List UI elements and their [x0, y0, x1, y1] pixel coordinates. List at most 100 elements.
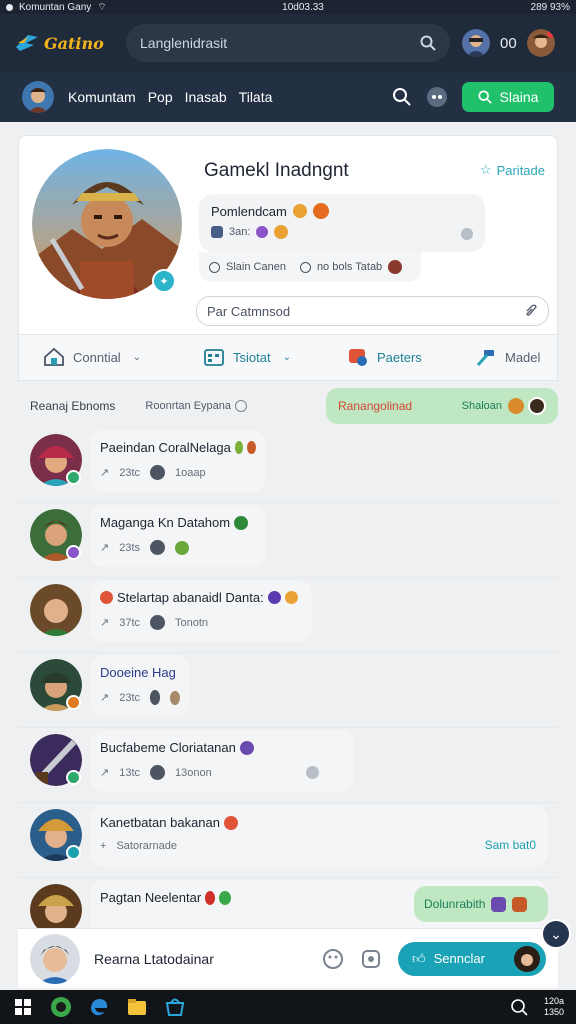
avatar[interactable] [30, 584, 82, 636]
profile-meta: Slain Canen no bols Tatab [199, 252, 421, 282]
windows-start-icon[interactable] [12, 996, 34, 1018]
tab-tsiotat[interactable]: Tsiotat ⌄ [203, 347, 291, 367]
search-icon[interactable] [392, 87, 412, 107]
nav-link-pop[interactable]: Pop [148, 89, 173, 105]
nav-link-tilata[interactable]: Tilata [239, 89, 273, 105]
comment-icon[interactable] [150, 765, 166, 780]
status-badge [66, 545, 81, 560]
verified-badge-icon: ✦ [152, 269, 176, 293]
os-taskbar: 120a 1350 [0, 990, 576, 1024]
item-title: Kanetbatan bakanan [100, 815, 220, 830]
item-title: Dooeine Hag [100, 665, 176, 680]
favorite-button[interactable]: ☆ Paritade [480, 162, 545, 178]
status-badge [66, 470, 81, 485]
comment-icon[interactable] [150, 690, 161, 705]
search-icon[interactable] [420, 35, 436, 51]
profile-meta-left: Slain Canen [226, 261, 286, 273]
badge-icon [349, 349, 367, 366]
chevron-down-icon: ⌄ [282, 351, 291, 363]
more-icon[interactable] [305, 766, 319, 779]
item-bubble: Dooeine Hag ↗ 23tc [90, 655, 190, 717]
sticker-icon[interactable] [322, 948, 344, 970]
reply-icon[interactable]: ↗ [100, 691, 109, 704]
add-icon[interactable]: + [100, 840, 106, 852]
emoji-icon [508, 398, 524, 414]
list-item[interactable]: Bucfabeme Cloriatanan ↗ 13tc 13onon [18, 728, 558, 803]
reply-icon[interactable]: ↗ [100, 466, 109, 479]
tab-paeters[interactable]: Paeters [347, 347, 422, 367]
emoji-icon [224, 815, 238, 830]
composer-avatar[interactable] [30, 933, 80, 984]
profile-avatar[interactable] [526, 29, 555, 57]
file-explorer-icon[interactable] [126, 996, 148, 1018]
comment-input[interactable]: Par Catmnsod [196, 296, 549, 326]
profile-bubble-line2: 3an: [229, 226, 251, 238]
comment-icon[interactable] [150, 540, 166, 555]
item-title: Maganga Kn Datahom [100, 515, 231, 530]
filter-label[interactable]: Reanaj Ebnoms [30, 399, 115, 413]
tab-conntial[interactable]: Conntial ⌄ [43, 347, 141, 367]
filter-pill[interactable]: Ranangolinad Shaloan [326, 388, 558, 424]
edge-browser-icon[interactable] [88, 996, 110, 1018]
status-time: 10d03.33 [282, 1, 324, 13]
emoji-icon [512, 896, 528, 912]
toggle-icon [235, 400, 248, 412]
taskbar-clock[interactable]: 120a 1350 [544, 996, 564, 1018]
more-icon[interactable] [461, 228, 473, 240]
emoji-icon [239, 740, 254, 755]
image-icon[interactable] [360, 948, 382, 970]
reply-icon[interactable]: ↗ [100, 541, 109, 554]
notification-count[interactable]: 00 [500, 35, 517, 52]
item-bubble: Maganga Kn Datahom ↗ 23ts [90, 505, 266, 567]
item-title: Stelartap abanaidl Danta: [117, 590, 264, 605]
avatar[interactable] [30, 884, 82, 928]
item-title: Paeindan CoralNelaga [100, 440, 231, 455]
star-icon: ☆ [479, 162, 492, 177]
emoji-icon [170, 690, 180, 705]
chevron-down-icon: ⌄ [132, 351, 142, 363]
reply-icon[interactable]: ↗ [100, 766, 109, 779]
hammer-icon [476, 350, 494, 367]
list-item[interactable]: Dooeine Hag ↗ 23tc [18, 653, 558, 728]
attach-icon[interactable] [524, 304, 538, 318]
scroll-down-button[interactable]: ⌄ [541, 919, 571, 949]
discord-icon[interactable] [426, 86, 448, 108]
list-item[interactable]: Maganga Kn Datahom ↗ 23ts [18, 503, 558, 578]
item-side-link[interactable]: Sam bat0 [485, 838, 536, 852]
emoji-icon [256, 226, 269, 238]
search-placeholder: Langlenidrasit [140, 35, 228, 51]
reply-icon[interactable]: ↗ [100, 616, 109, 629]
primary-action-label: Slaina [499, 89, 539, 105]
tab-conntial-label: Conntial [73, 349, 121, 365]
tab-tsiotat-label: Tsiotat [233, 349, 271, 365]
emoji-icon [491, 896, 507, 912]
search-icon[interactable] [510, 998, 528, 1016]
primary-action-button[interactable]: Slaina [462, 82, 554, 112]
chevron-down-icon: ⌄ [550, 925, 562, 942]
status-badge [66, 845, 81, 860]
item-side-pill[interactable]: Dolunrabith [414, 886, 548, 922]
nav-avatar[interactable] [22, 81, 54, 113]
store-icon[interactable] [164, 996, 186, 1018]
comment-icon[interactable] [150, 465, 166, 480]
user-avatar[interactable] [462, 29, 490, 57]
app-logo[interactable]: Gatino [14, 33, 110, 53]
profile-meta-right: no bols Tatab [316, 261, 383, 273]
list-item[interactable]: Kanetbatan bakanan + Satorarnade Sam bat… [18, 803, 558, 878]
mini-avatar-icon [388, 260, 403, 274]
emoji-icon [292, 204, 307, 218]
tab-madel-label: Madel [505, 349, 541, 365]
filter-secondary[interactable]: Roonrtan Eypana [145, 400, 248, 412]
comment-placeholder: Par Catmnsod [207, 303, 291, 319]
list-item[interactable]: Stelartap abanaidl Danta: ↗ 37tc Tonotn [18, 578, 558, 653]
list-item[interactable]: Pagtan Neelentar Dolunrabith [18, 878, 558, 928]
comment-icon[interactable] [150, 615, 166, 630]
search-icon [477, 90, 492, 104]
search-input[interactable]: Langlenidrasit [126, 24, 450, 62]
tab-madel[interactable]: Madel [475, 347, 540, 367]
app-taskbar-icon[interactable] [50, 996, 72, 1018]
nav-link-inasab[interactable]: Inasab [185, 89, 227, 105]
send-button[interactable]: 👍︎ Sennclar [398, 941, 546, 976]
nav-link-community[interactable]: Komuntam [68, 89, 136, 105]
list-item[interactable]: Paeindan CoralNelaga ↗ 23tc 1oaap [18, 428, 558, 503]
